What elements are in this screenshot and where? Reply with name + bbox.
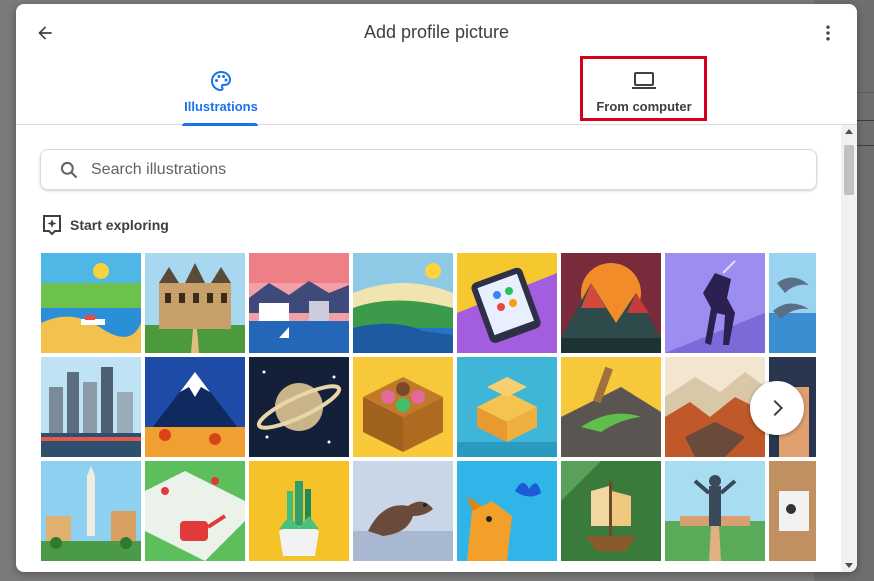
tab-illustrations-label: Illustrations — [184, 99, 258, 114]
illustration-tile-cactus-plant[interactable] — [249, 461, 349, 561]
laptop-icon — [631, 70, 657, 92]
tab-illustrations[interactable]: Illustrations — [176, 60, 266, 126]
dialog-header: Add profile picture — [16, 4, 857, 60]
tab-bar: Illustrations From computer — [16, 60, 857, 126]
add-profile-picture-dialog: Add profile picture Illustrations From c… — [16, 4, 857, 572]
illustration-tile-dog-butterfly[interactable] — [457, 461, 557, 561]
scroll-down-icon[interactable] — [845, 563, 853, 568]
more-options-button[interactable] — [813, 18, 843, 48]
illustration-tile-smartphone[interactable] — [457, 253, 557, 353]
illustration-tile-snowy-mountain[interactable] — [145, 357, 245, 457]
illustration-tile-garden-watering-can[interactable] — [145, 461, 245, 561]
dialog-title: Add profile picture — [363, 22, 510, 42]
scroll-up-icon[interactable] — [845, 129, 853, 134]
illustration-tile-unicorn[interactable] — [665, 253, 765, 353]
illustration-tile-castle[interactable] — [145, 253, 245, 353]
illustration-tile-donut-box[interactable] — [353, 357, 453, 457]
tab-from-computer-label: From computer — [596, 99, 692, 114]
more-vert-icon — [826, 25, 830, 41]
illustration-tile-sailing-ship[interactable] — [561, 461, 661, 561]
illustration-tile-mountains-sunset[interactable] — [561, 253, 661, 353]
illustration-tile-city-skyline[interactable] — [41, 357, 141, 457]
illustration-tile-beach-boat[interactable] — [41, 253, 141, 353]
next-page-button[interactable] — [750, 381, 804, 435]
illustrations-panel: Start exploring — [16, 125, 857, 572]
vertical-scrollbar[interactable] — [841, 125, 857, 572]
illustration-tile-city-harbor[interactable] — [249, 253, 349, 353]
illustration-tile-otter[interactable] — [353, 461, 453, 561]
illustration-tile-lizard-rock[interactable] — [561, 357, 661, 457]
illustration-tile-isometric-buildings[interactable] — [457, 357, 557, 457]
illustration-tile-dolphins[interactable] — [769, 253, 816, 353]
search-input[interactable] — [91, 160, 791, 179]
palette-icon — [209, 70, 233, 92]
section-label: Start exploring — [70, 217, 169, 233]
illustration-tile-statue-park[interactable] — [665, 461, 765, 561]
illustration-tile-monument-city[interactable] — [41, 461, 141, 561]
chevron-right-icon — [773, 400, 783, 416]
scroll-thumb[interactable] — [844, 145, 854, 195]
illustration-tile-saturn[interactable] — [249, 357, 349, 457]
search-bar[interactable] — [40, 149, 817, 190]
section-header: Start exploring — [42, 214, 169, 236]
sparkle-icon — [43, 215, 61, 236]
illustration-tile-coast-landscape[interactable] — [353, 253, 453, 353]
illustration-tile-partial-3[interactable] — [769, 461, 816, 561]
search-icon — [59, 159, 81, 181]
illustration-grid — [41, 253, 816, 572]
tab-from-computer[interactable]: From computer — [582, 60, 706, 125]
